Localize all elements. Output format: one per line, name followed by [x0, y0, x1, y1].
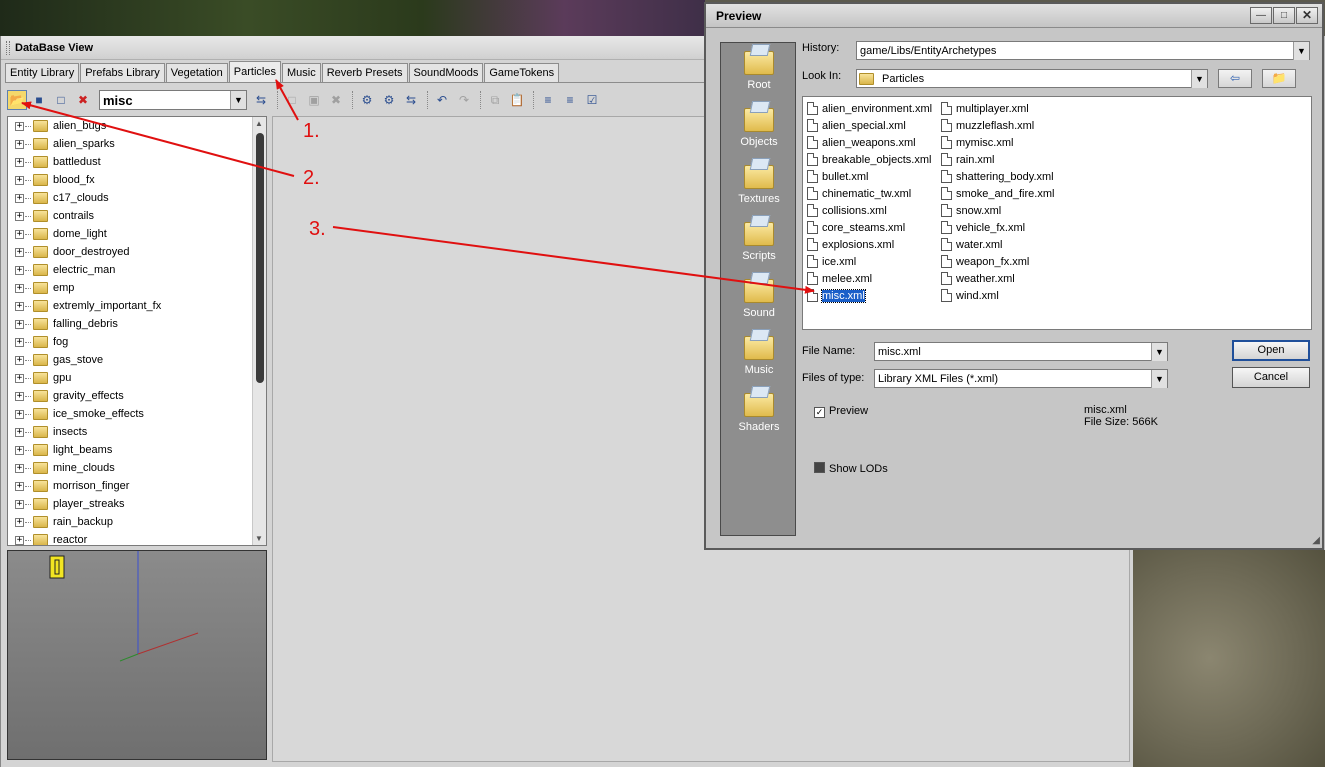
annotation-overlay: [21, 79, 815, 294]
annotation-arrow-3: [332, 226, 815, 294]
annotation-arrow-2: [21, 101, 295, 177]
annotation-arrow-1: [275, 79, 299, 121]
annotation-label-2: 2.: [303, 167, 320, 189]
annotation-label-3: 3.: [309, 218, 326, 240]
annotation-label-1: 1.: [303, 120, 320, 142]
